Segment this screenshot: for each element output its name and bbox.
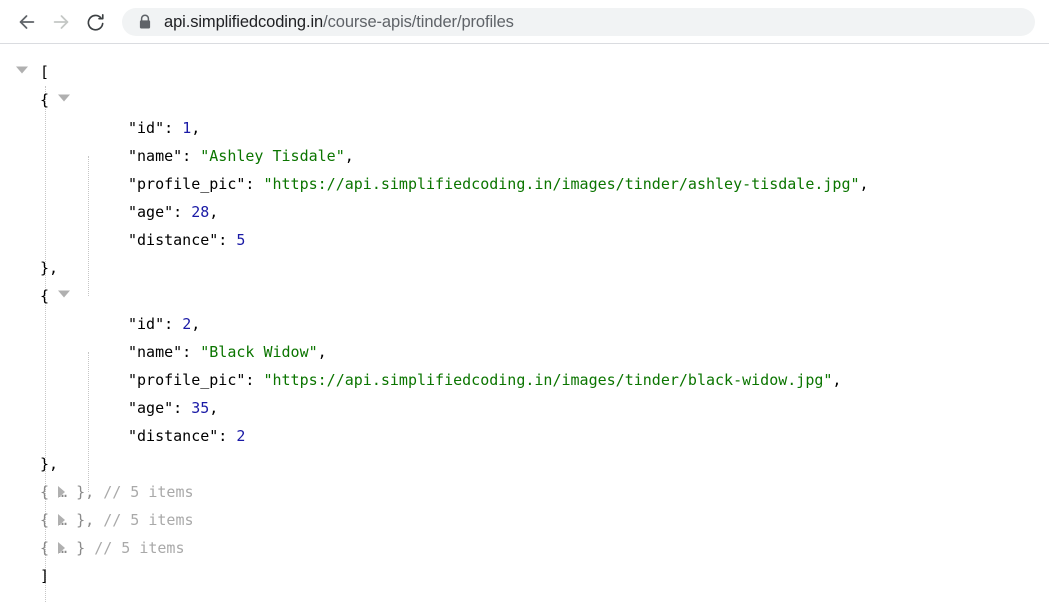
value-name: "Black Widow" (200, 343, 318, 361)
collapse-triangle-object-2[interactable] (58, 290, 70, 298)
collapse-triangle-root[interactable] (16, 66, 28, 74)
comma: , (209, 203, 219, 221)
json-line-object-close: }, (0, 450, 1049, 478)
json-line-distance: "distance": 5 (0, 226, 1049, 254)
browser-toolbar: api.simplifiedcoding.in/course-apis/tind… (0, 0, 1049, 44)
json-line-name: "name": "Ashley Tisdale", (0, 142, 1049, 170)
url-path: /course-apis/tinder/profiles (323, 13, 514, 31)
forward-button[interactable] (46, 7, 76, 37)
item-count-comment: // 5 items (103, 511, 194, 529)
json-line-distance: "distance": 2 (0, 422, 1049, 450)
reload-button[interactable] (80, 7, 110, 37)
comma: , (859, 175, 869, 193)
json-line-root-open: [ (0, 58, 1049, 86)
comma: , (317, 343, 327, 361)
key-distance: "distance": (128, 231, 228, 249)
json-line-root-close: ] (0, 562, 1049, 590)
arrow-left-icon (16, 11, 38, 33)
value-profile-pic: "https://api.simplifiedcoding.in/images/… (263, 371, 833, 389)
url-text: api.simplifiedcoding.in/course-apis/tind… (164, 13, 514, 31)
json-line-object-close: }, (0, 254, 1049, 282)
key-profile-pic: "profile_pic": (128, 371, 255, 389)
expand-triangle-object-5[interactable] (58, 542, 65, 554)
value-distance: 2 (236, 427, 246, 445)
key-profile-pic: "profile_pic": (128, 175, 255, 193)
comma: , (191, 119, 201, 137)
value-age: 35 (191, 399, 210, 417)
key-age: "age": (128, 399, 183, 417)
comma: , (344, 147, 354, 165)
object-close-brace: }, (40, 259, 59, 277)
value-distance: 5 (236, 231, 246, 249)
json-line-id: "id": 1, (0, 114, 1049, 142)
value-age: 28 (191, 203, 210, 221)
object-close-brace: }, (40, 455, 59, 473)
json-viewer: [ { "id": 1, "name": "Ashley Tisdale", "… (0, 44, 1049, 602)
key-age: "age": (128, 203, 183, 221)
json-line-profile-pic: "profile_pic": "https://api.simplifiedco… (0, 170, 1049, 198)
comma: , (209, 399, 219, 417)
back-button[interactable] (12, 7, 42, 37)
json-line-age: "age": 28, (0, 198, 1049, 226)
json-line-object-open: { (0, 282, 1049, 310)
expand-triangle-object-3[interactable] (58, 486, 65, 498)
comma: , (832, 371, 842, 389)
root-close-bracket: ] (40, 567, 50, 585)
value-id: 2 (182, 315, 192, 333)
json-line-id: "id": 2, (0, 310, 1049, 338)
json-line-collapsed-object: { … }, // 5 items (0, 478, 1049, 506)
json-line-age: "age": 35, (0, 394, 1049, 422)
object-open-brace: { (40, 91, 50, 109)
json-line-collapsed-object: { … } // 5 items (0, 534, 1049, 562)
json-line-name: "name": "Black Widow", (0, 338, 1049, 366)
arrow-right-icon (50, 11, 72, 33)
lock-icon[interactable] (136, 13, 154, 31)
key-id: "id": (128, 315, 174, 333)
address-bar[interactable]: api.simplifiedcoding.in/course-apis/tind… (122, 8, 1035, 36)
collapsed-brace[interactable]: { … }, (40, 483, 94, 501)
json-line-profile-pic: "profile_pic": "https://api.simplifiedco… (0, 366, 1049, 394)
expand-triangle-object-4[interactable] (58, 514, 65, 526)
collapse-triangle-object-1[interactable] (58, 94, 70, 102)
key-name: "name": (128, 147, 192, 165)
json-line-collapsed-object: { … }, // 5 items (0, 506, 1049, 534)
object-open-brace: { (40, 287, 50, 305)
value-profile-pic: "https://api.simplifiedcoding.in/images/… (263, 175, 860, 193)
key-distance: "distance": (128, 427, 228, 445)
json-line-object-open: { (0, 86, 1049, 114)
item-count-comment: // 5 items (94, 539, 185, 557)
reload-icon (85, 12, 106, 33)
value-name: "Ashley Tisdale" (200, 147, 345, 165)
collapsed-brace[interactable]: { … }, (40, 511, 94, 529)
item-count-comment: // 5 items (103, 483, 194, 501)
comma: , (191, 315, 201, 333)
key-name: "name": (128, 343, 192, 361)
value-id: 1 (182, 119, 192, 137)
url-host: api.simplifiedcoding.in (164, 13, 324, 31)
key-id: "id": (128, 119, 174, 137)
